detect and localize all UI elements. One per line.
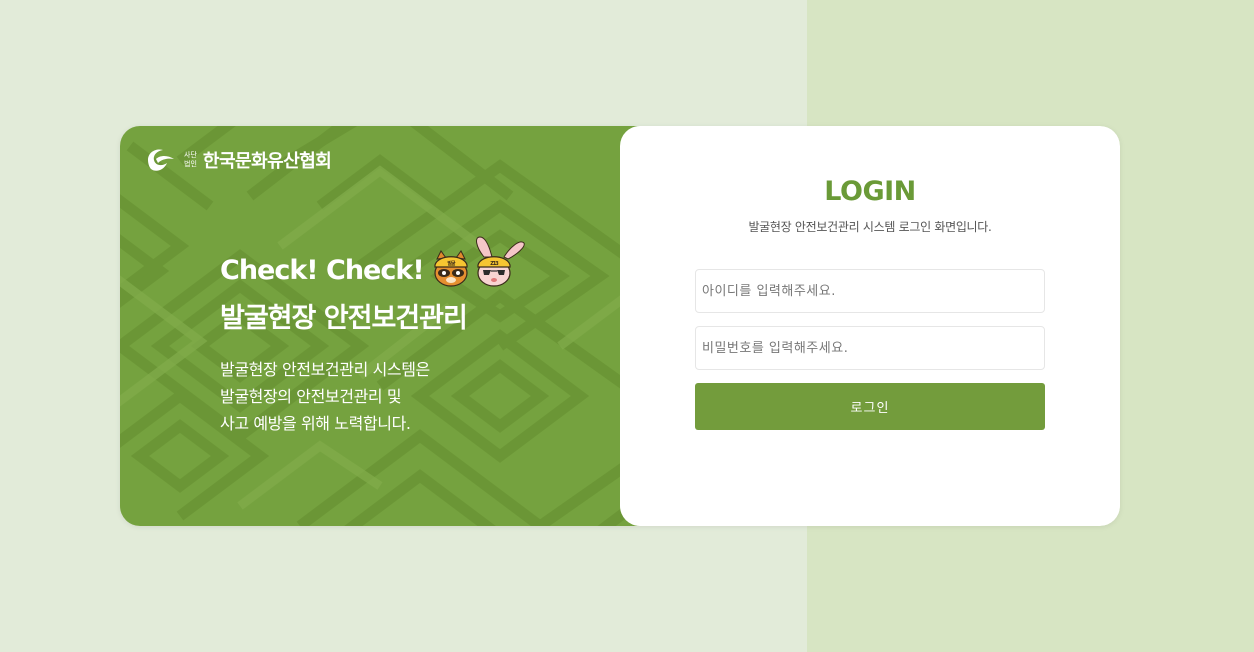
login-subtitle: 발굴현장 안전보건관리 시스템 로그인 화면입니다. bbox=[748, 220, 992, 234]
hero-title-line2: 발굴현장 안전보건관리 bbox=[220, 303, 468, 334]
login-title: LOGIN bbox=[824, 176, 916, 207]
hero-headline: Check! Check! 발굴 Z13 발굴현장 안전보건관리 bbox=[220, 236, 528, 335]
raccoon-mascot-icon: 발굴 bbox=[434, 250, 468, 287]
login-card: 사단 법인 한국문화유산협회 Check! Check! 발굴 Z13 발굴현장… bbox=[120, 126, 1120, 526]
login-form-panel: LOGIN 발굴현장 안전보건관리 시스템 로그인 화면입니다. 로그인 bbox=[620, 126, 1120, 526]
org-name: 한국문화유산협회 bbox=[202, 151, 332, 172]
org-logo: 사단 법인 한국문화유산협회 bbox=[144, 146, 332, 174]
mascot-characters: 발굴 Z13 bbox=[432, 235, 528, 287]
brand-panel: 사단 법인 한국문화유산협회 Check! Check! 발굴 Z13 발굴현장… bbox=[120, 126, 640, 526]
rabbit-mascot-icon: Z13 bbox=[475, 236, 525, 287]
login-button[interactable]: 로그인 bbox=[695, 383, 1045, 430]
user-id-input[interactable] bbox=[695, 269, 1045, 313]
description-line-3: 사고 예방을 위해 노력합니다. bbox=[220, 414, 411, 433]
org-type-label: 사단 법인 bbox=[184, 151, 197, 169]
password-input[interactable] bbox=[695, 326, 1045, 370]
org-type-top: 사단 bbox=[184, 151, 197, 159]
org-emblem-icon bbox=[148, 149, 174, 171]
hero-description: 발굴현장 안전보건관리 시스템은 발굴현장의 안전보건관리 및 사고 예방을 위… bbox=[220, 356, 430, 437]
description-line-1: 발굴현장 안전보건관리 시스템은 bbox=[220, 360, 430, 379]
description-line-2: 발굴현장의 안전보건관리 및 bbox=[220, 387, 402, 406]
org-type-bottom: 법인 bbox=[184, 160, 197, 168]
hero-title-line1: Check! Check! bbox=[220, 254, 425, 286]
